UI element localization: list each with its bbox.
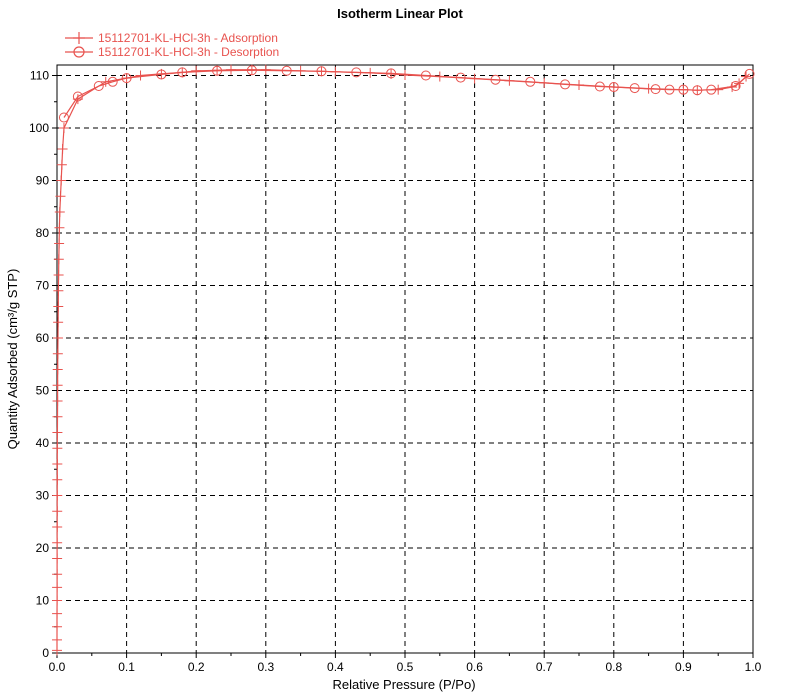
desorption-point [58, 112, 69, 123]
legend: 15112701-KL-HCl-3h - Adsorption 15112701… [65, 31, 279, 59]
adsorption-point [52, 522, 63, 532]
x-tick-label-1.0: 1.0 [745, 660, 762, 674]
adsorption-point [226, 64, 236, 75]
adsorption-point [52, 411, 63, 422]
adsorption-point [52, 459, 63, 469]
x-tick-label-0.0: 0.0 [49, 660, 66, 674]
adsorption-point [52, 490, 63, 501]
adsorption-point [52, 506, 63, 517]
isotherm-chart: Isotherm Linear Plot 15112701-KL-HCl-3h … [5, 6, 762, 692]
legend-item-desorption: 15112701-KL-HCl-3h - Desorption [65, 45, 279, 59]
adsorption-point [52, 595, 63, 606]
series-adsorption [52, 64, 752, 656]
desorption-line [63, 69, 750, 118]
y-tick-label-70: 70 [36, 279, 50, 293]
chart-title: Isotherm Linear Plot [337, 6, 463, 21]
y-tick-label-20: 20 [36, 541, 50, 555]
adsorption-point [260, 64, 271, 75]
y-tick-label-100: 100 [29, 121, 49, 135]
x-tick-label-0.5: 0.5 [397, 660, 414, 674]
y-tick-label-40: 40 [36, 436, 50, 450]
adsorption-point [52, 364, 63, 375]
adsorption-point [58, 123, 69, 133]
x-tick-label-0.6: 0.6 [466, 660, 483, 674]
adsorption-point [52, 427, 63, 438]
adsorption-point [52, 333, 63, 343]
x-tick-label-0.1: 0.1 [118, 660, 135, 674]
x-tick-label-0.4: 0.4 [327, 660, 344, 674]
adsorption-point [53, 301, 64, 312]
y-tick-label-0: 0 [42, 646, 49, 660]
adsorption-point [54, 222, 65, 233]
y-tick-label-30: 30 [36, 489, 50, 503]
adsorption-point [191, 65, 202, 76]
adsorption-point [54, 207, 65, 217]
adsorption-point [52, 608, 63, 619]
adsorption-point [52, 537, 63, 548]
adsorption-point [53, 270, 64, 280]
series-layer [52, 64, 755, 656]
legend-adsorption-label: 15112701-KL-HCl-3h - Adsorption [98, 31, 278, 45]
y-tick-label-50: 50 [36, 384, 50, 398]
x-axis-label: Relative Pressure (P/Po) [332, 677, 475, 692]
x-tick-label-0.2: 0.2 [188, 660, 205, 674]
adsorption-point [56, 175, 67, 186]
adsorption-point [52, 348, 63, 359]
legend-desorption-label: 15112701-KL-HCl-3h - Desorption [98, 45, 279, 59]
adsorption-point [52, 645, 62, 656]
adsorption-point [53, 254, 64, 265]
y-axis-ticks: 0 10 20 30 40 50 60 70 80 90 100 110 [29, 69, 57, 660]
y-tick-label-110: 110 [30, 69, 49, 83]
x-tick-label-0.7: 0.7 [536, 660, 553, 674]
y-tick-label-90: 90 [36, 174, 50, 188]
adsorption-point [53, 317, 64, 328]
y-tick-label-10: 10 [36, 594, 50, 608]
adsorption-point [52, 380, 63, 391]
y-axis-label: Quantity Adsorbed (cm³/g STP) [5, 269, 20, 450]
adsorption-point [57, 144, 68, 154]
adsorption-point [53, 285, 64, 296]
adsorption-point [135, 70, 146, 81]
adsorption-point [52, 582, 63, 593]
adsorption-point [56, 159, 67, 170]
adsorption-point [52, 443, 63, 454]
x-tick-label-0.3: 0.3 [257, 660, 274, 674]
adsorption-line [56, 69, 747, 651]
adsorption-point [54, 238, 65, 249]
adsorption-point [52, 474, 63, 485]
y-tick-label-60: 60 [36, 331, 50, 345]
gridlines [57, 65, 753, 653]
adsorption-point [52, 553, 63, 564]
x-axis-ticks: 0.0 0.1 0.2 0.3 0.4 0.5 0.6 0.7 0.8 0.9 1.0 [49, 653, 762, 674]
adsorption-point [52, 621, 63, 632]
adsorption-point [52, 634, 63, 645]
adsorption-point [52, 396, 63, 406]
adsorption-point [52, 569, 63, 580]
x-tick-label-0.8: 0.8 [605, 660, 622, 674]
y-tick-label-80: 80 [36, 226, 50, 240]
series-desorption [58, 65, 755, 123]
legend-item-adsorption: 15112701-KL-HCl-3h - Adsorption [65, 31, 278, 45]
x-tick-label-0.9: 0.9 [675, 660, 692, 674]
